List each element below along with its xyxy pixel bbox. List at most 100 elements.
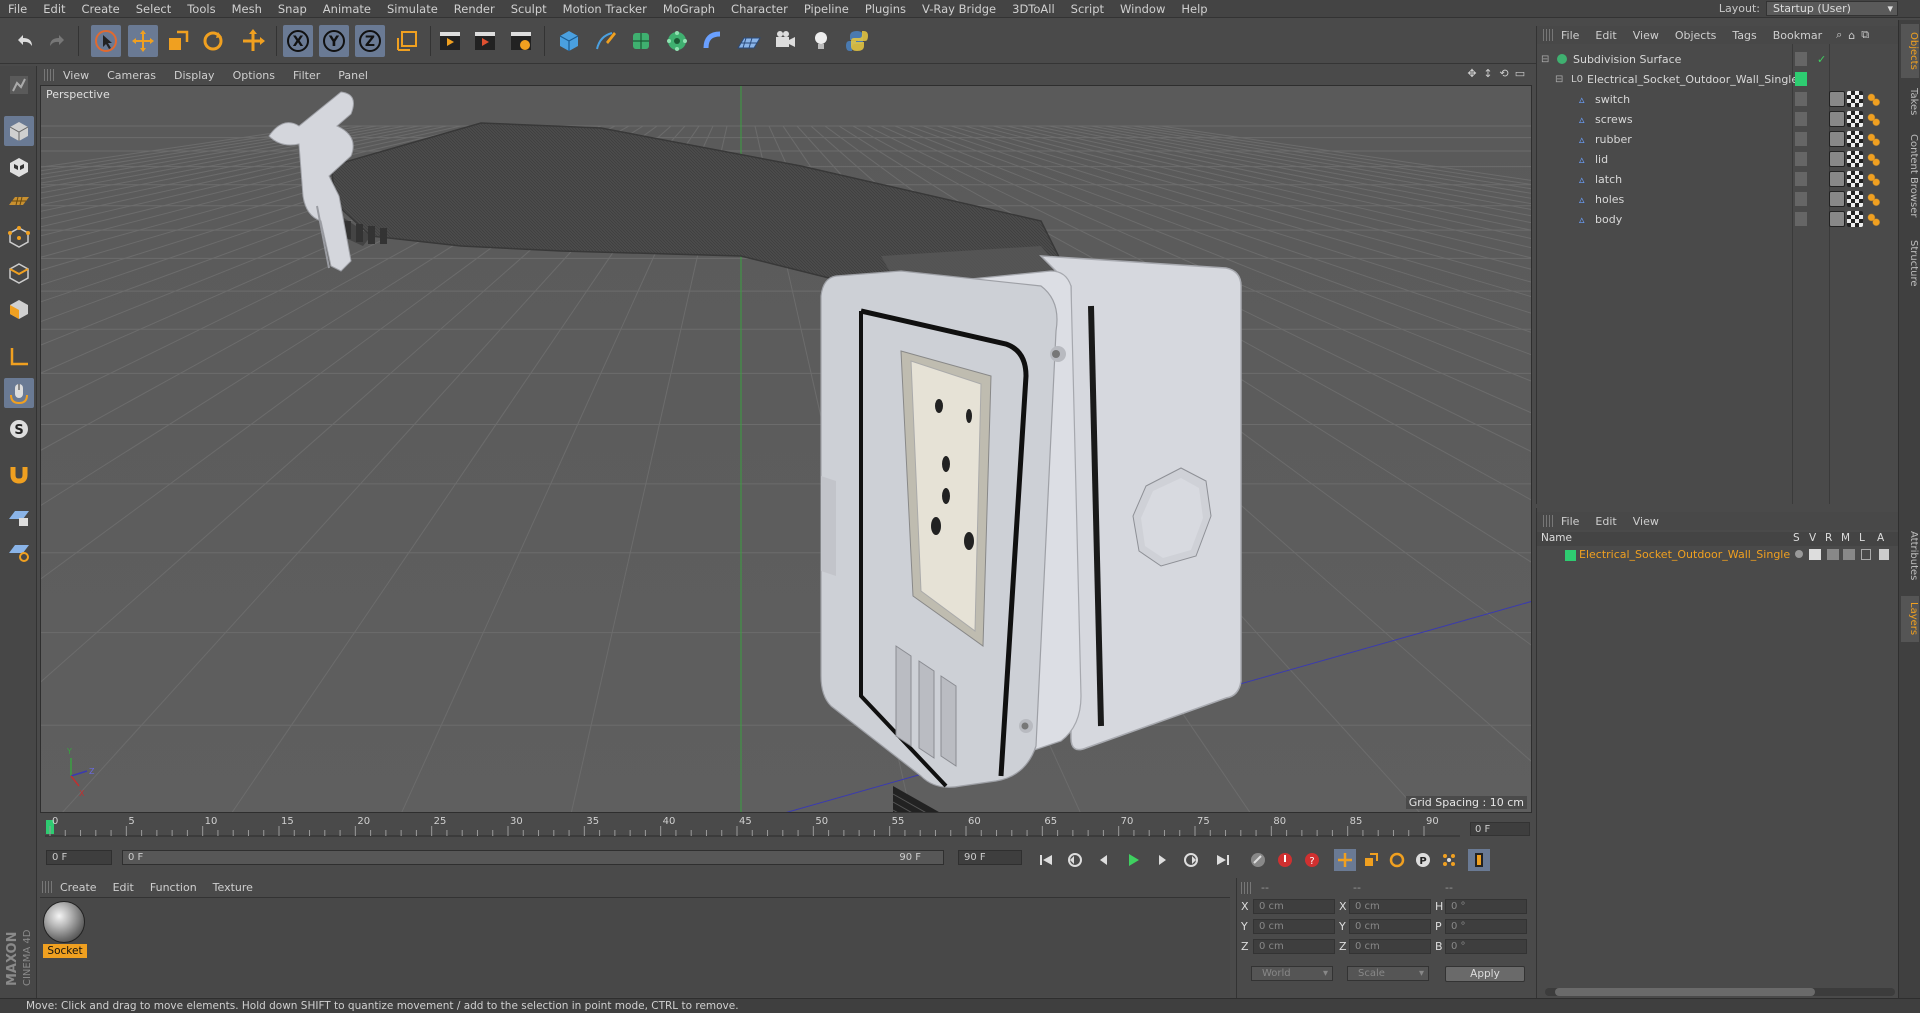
python-icon[interactable] <box>842 25 872 57</box>
drag-grip-icon[interactable] <box>1241 882 1251 894</box>
object-menu-edit[interactable]: Edit <box>1587 29 1624 42</box>
layer-name[interactable]: Electrical_Socket_Outdoor_Wall_Single <box>1579 548 1790 561</box>
menu-motion-tracker[interactable]: Motion Tracker <box>555 2 655 16</box>
model-mode-icon[interactable] <box>4 116 34 146</box>
material-tag-icon[interactable] <box>1865 211 1881 227</box>
object-row-subdivision-surface[interactable]: ⊟ Subdivision Surface ✓ <box>1537 49 1899 69</box>
uvw-tag-icon[interactable] <box>1847 151 1863 167</box>
key-parameter-icon[interactable]: P <box>1412 849 1434 871</box>
magnet-icon[interactable] <box>4 458 34 488</box>
menu-simulate[interactable]: Simulate <box>379 2 446 16</box>
menu-sculpt[interactable]: Sculpt <box>503 2 555 16</box>
x-axis-lock-icon[interactable]: X <box>283 25 313 57</box>
menu-mograph[interactable]: MoGraph <box>655 2 723 16</box>
subdivision-surface-icon[interactable] <box>626 25 656 57</box>
mograph-cloner-icon[interactable] <box>662 25 692 57</box>
undo-icon[interactable] <box>10 25 40 57</box>
layer-menu-edit[interactable]: Edit <box>1587 515 1624 528</box>
rot-h-field[interactable]: 0 ° <box>1445 899 1527 914</box>
deformer-icon[interactable] <box>698 25 728 57</box>
material-socket[interactable]: Socket <box>43 901 87 959</box>
uvw-tag-icon[interactable] <box>1847 131 1863 147</box>
workplane-icon[interactable] <box>4 186 34 216</box>
phong-tag-icon[interactable] <box>1829 211 1845 227</box>
menu-snap[interactable]: Snap <box>270 2 315 16</box>
menu-character[interactable]: Character <box>723 2 796 16</box>
visibility-dots-icon[interactable] <box>1795 52 1807 66</box>
previous-frame-icon[interactable] <box>1093 849 1115 871</box>
layer-menu-file[interactable]: File <box>1553 515 1587 528</box>
tab-takes[interactable]: Takes <box>1901 82 1919 122</box>
viewport-menu-view[interactable]: View <box>54 69 98 82</box>
cube-icon[interactable] <box>554 25 584 57</box>
drag-grip-icon[interactable] <box>1543 29 1553 41</box>
object-row-switch[interactable]: ▵ switch <box>1537 89 1899 109</box>
object-row-holes[interactable]: ▵ holes <box>1537 189 1899 209</box>
coordinate-mode-dropdown[interactable]: Scale <box>1347 966 1429 981</box>
manager-toggle-icon[interactable] <box>1843 549 1855 560</box>
search-icon[interactable]: ⌕ <box>1836 28 1842 42</box>
render-picture-viewer-icon[interactable] <box>470 25 500 57</box>
edges-mode-icon[interactable] <box>4 258 34 288</box>
next-key-icon[interactable] <box>1180 849 1202 871</box>
layer-menu-view[interactable]: View <box>1625 515 1667 528</box>
snap-icon[interactable]: S <box>4 414 34 444</box>
uvw-tag-icon[interactable] <box>1847 111 1863 127</box>
lock-icon[interactable] <box>1861 549 1871 560</box>
autokey-icon[interactable] <box>1274 849 1296 871</box>
key-rotation-icon[interactable] <box>1386 849 1408 871</box>
size-x-field[interactable]: 0 cm <box>1349 899 1431 914</box>
planar-workplane-icon[interactable] <box>4 536 34 566</box>
timeline-ruler[interactable]: 0 5 10 15 20 25 30 35 40 45 50 55 60 65 70 75 80 85 90 0 F <box>40 814 1532 842</box>
axis-mode-icon[interactable] <box>4 342 34 372</box>
material-tag-icon[interactable] <box>1865 91 1881 107</box>
size-y-field[interactable]: 0 cm <box>1349 919 1431 934</box>
perspective-viewport[interactable]: Y Z X Perspective Grid Spacing : 10 cm <box>40 85 1532 813</box>
material-menu-create[interactable]: Create <box>52 881 105 894</box>
texture-mode-icon[interactable] <box>4 152 34 182</box>
horizontal-scrollbar[interactable] <box>1545 988 1895 996</box>
floor-icon[interactable] <box>734 25 764 57</box>
coordinate-space-dropdown[interactable]: World <box>1251 966 1333 981</box>
previous-key-icon[interactable] <box>1064 849 1086 871</box>
orbit-view-icon[interactable]: ⟲ <box>1498 68 1510 80</box>
phong-tag-icon[interactable] <box>1829 111 1845 127</box>
viewport-menu-options[interactable]: Options <box>224 69 284 82</box>
object-menu-bookmarks[interactable]: Bookmar <box>1765 29 1830 42</box>
pen-spline-icon[interactable] <box>590 25 620 57</box>
record-keys-icon[interactable] <box>1247 849 1269 871</box>
viewport-menu-filter[interactable]: Filter <box>284 69 329 82</box>
material-tag-icon[interactable] <box>1865 151 1881 167</box>
y-axis-lock-icon[interactable]: Y <box>319 25 349 57</box>
rot-b-field[interactable]: 0 ° <box>1445 939 1527 954</box>
phong-tag-icon[interactable] <box>1829 131 1845 147</box>
select-arrow-icon[interactable] <box>91 25 121 57</box>
solo-toggle-icon[interactable] <box>1795 550 1803 558</box>
next-frame-icon[interactable] <box>1151 849 1173 871</box>
object-row-body[interactable]: ▵ body <box>1537 209 1899 229</box>
collapse-icon[interactable]: ⊟ <box>1541 54 1549 65</box>
material-tag-icon[interactable] <box>1865 131 1881 147</box>
lock-workplane-icon[interactable] <box>4 502 34 532</box>
frame-range-slider[interactable]: 0 F 90 F <box>122 850 944 865</box>
menu-window[interactable]: Window <box>1112 2 1173 16</box>
uvw-tag-icon[interactable] <box>1847 91 1863 107</box>
key-position-icon[interactable] <box>1334 849 1356 871</box>
go-to-start-icon[interactable] <box>1035 849 1057 871</box>
menu-file[interactable]: File <box>0 2 35 16</box>
material-menu-texture[interactable]: Texture <box>205 881 261 894</box>
object-menu-view[interactable]: View <box>1625 29 1667 42</box>
pan-view-icon[interactable]: ✥ <box>1466 68 1478 80</box>
viewport-menu-cameras[interactable]: Cameras <box>98 69 165 82</box>
pos-z-field[interactable]: 0 cm <box>1253 939 1335 954</box>
key-scale-icon[interactable] <box>1360 849 1382 871</box>
menu-render[interactable]: Render <box>446 2 503 16</box>
coordinate-system-icon[interactable] <box>392 25 422 57</box>
dolly-view-icon[interactable]: ↕ <box>1482 68 1494 80</box>
uvw-tag-icon[interactable] <box>1847 171 1863 187</box>
redo-icon[interactable] <box>42 25 72 57</box>
object-row-lid[interactable]: ▵ lid <box>1537 149 1899 169</box>
menu-animate[interactable]: Animate <box>315 2 379 16</box>
visibility-dots-icon[interactable] <box>1795 152 1807 166</box>
phong-tag-icon[interactable] <box>1829 91 1845 107</box>
